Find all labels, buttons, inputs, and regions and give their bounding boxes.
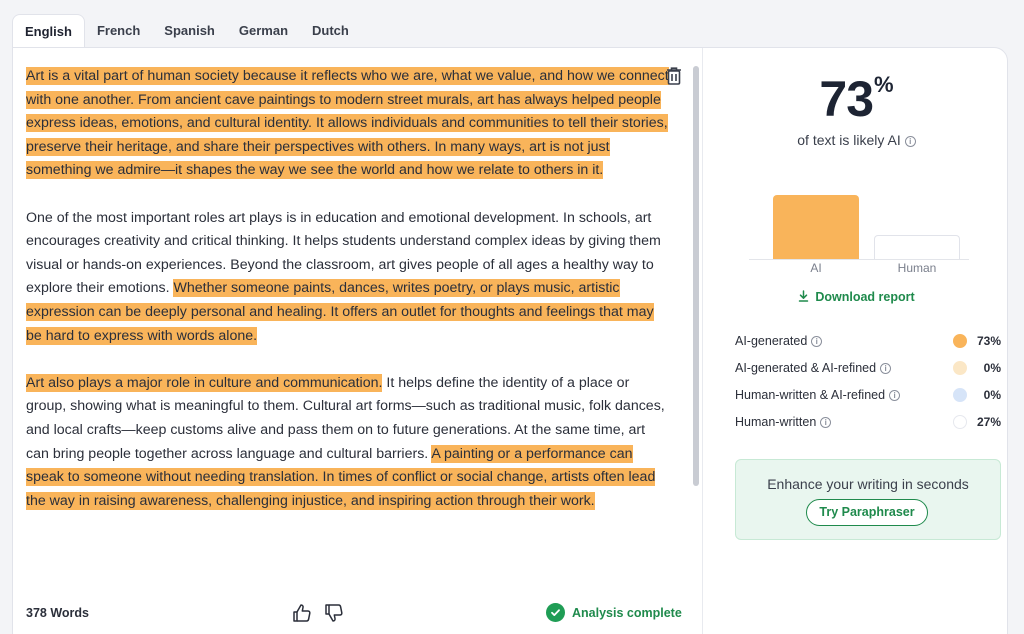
legend-value: 0% (983, 361, 1001, 375)
thumbs-down-icon[interactable] (323, 602, 345, 624)
text-paragraph: One of the most important roles art play… (26, 207, 671, 349)
ai-highlighted-text: Art also plays a major role in culture a… (26, 373, 383, 392)
info-icon[interactable]: i (880, 363, 892, 374)
download-report-link[interactable]: Download report (704, 290, 1007, 304)
editor-pane: Art is a vital part of human society bec… (13, 48, 703, 634)
legend-label: Human-written i (735, 415, 832, 429)
detector-card: Art is a vital part of human society bec… (12, 47, 1008, 634)
tab-german[interactable]: German (227, 14, 300, 48)
legend-label: AI-generated i (735, 334, 823, 348)
analysis-status-text: Analysis complete (572, 605, 682, 620)
legend-color-dot (953, 415, 967, 429)
promo-text: Enhance your writing in seconds (767, 476, 969, 492)
legend-row: Human-written i 27% (735, 415, 1001, 442)
word-count: 378 Words (26, 606, 89, 620)
editor-footer: 378 Words Analysis complete (13, 596, 703, 632)
ai-human-bar-chart (749, 180, 969, 260)
legend-label: Human-written & AI-refined i (735, 388, 901, 402)
legend-color-dot (953, 334, 967, 348)
results-pane: 73% of text is likely AI i AI Human Downl… (704, 48, 1007, 634)
legend-row: Human-written & AI-refined i 0% (735, 388, 1001, 415)
thumbs-up-icon[interactable] (291, 602, 313, 624)
try-paraphraser-button[interactable]: Try Paraphraser (806, 499, 928, 526)
tab-french[interactable]: French (85, 14, 152, 48)
ai-highlighted-text: Art is a vital part of human society bec… (26, 67, 669, 180)
download-report-label: Download report (815, 290, 915, 304)
legend-value: 73% (976, 334, 1001, 348)
info-icon[interactable]: i (820, 417, 832, 428)
text-input-area[interactable]: Art is a vital part of human society bec… (26, 65, 671, 537)
legend-color-dot (953, 388, 967, 402)
check-circle-icon (546, 603, 565, 622)
ai-percentage: 73% (704, 70, 1007, 128)
legend-label: AI-generated & AI-refined i (735, 361, 892, 375)
percent-sign: % (874, 72, 894, 97)
info-icon[interactable]: i (811, 336, 823, 347)
language-tabs: English French Spanish German Dutch (12, 14, 361, 48)
text-paragraph: Art is a vital part of human society bec… (26, 65, 671, 183)
ai-percentage-value: 73 (819, 71, 874, 127)
bar-label-human: Human (897, 261, 937, 275)
legend-row: AI-generated & AI-refined i 0% (735, 361, 1001, 388)
tab-spanish[interactable]: Spanish (152, 14, 227, 48)
likely-ai-caption: of text is likely AI i (704, 132, 1007, 148)
legend-value: 0% (983, 388, 1001, 402)
info-icon[interactable]: i (904, 136, 916, 147)
bar-human (874, 235, 960, 259)
scrollbar-track (693, 66, 699, 486)
download-icon (799, 290, 809, 302)
likely-ai-text: of text is likely AI (797, 132, 901, 148)
legend-value: 27% (976, 415, 1001, 429)
trash-icon[interactable] (665, 66, 683, 86)
breakdown-legend: AI-generated i 73% AI-generated & AI-refine… (735, 334, 1001, 442)
tab-english[interactable]: English (12, 14, 85, 48)
scrollbar-thumb[interactable] (693, 66, 699, 486)
legend-label-text: Human-written (735, 415, 817, 429)
legend-label-text: Human-written & AI-refined (735, 388, 886, 402)
analysis-status: Analysis complete (546, 603, 682, 622)
legend-label-text: AI-generated (735, 334, 808, 348)
bar-ai (773, 195, 859, 259)
info-icon[interactable]: i (889, 390, 901, 401)
legend-label-text: AI-generated & AI-refined (735, 361, 877, 375)
bar-label-ai: AI (810, 261, 822, 275)
legend-color-dot (953, 361, 967, 375)
legend-row: AI-generated i 73% (735, 334, 1001, 361)
text-paragraph: Art also plays a major role in culture a… (26, 372, 671, 514)
paraphraser-promo: Enhance your writing in seconds Try Para… (735, 459, 1001, 540)
tab-dutch[interactable]: Dutch (300, 14, 361, 48)
